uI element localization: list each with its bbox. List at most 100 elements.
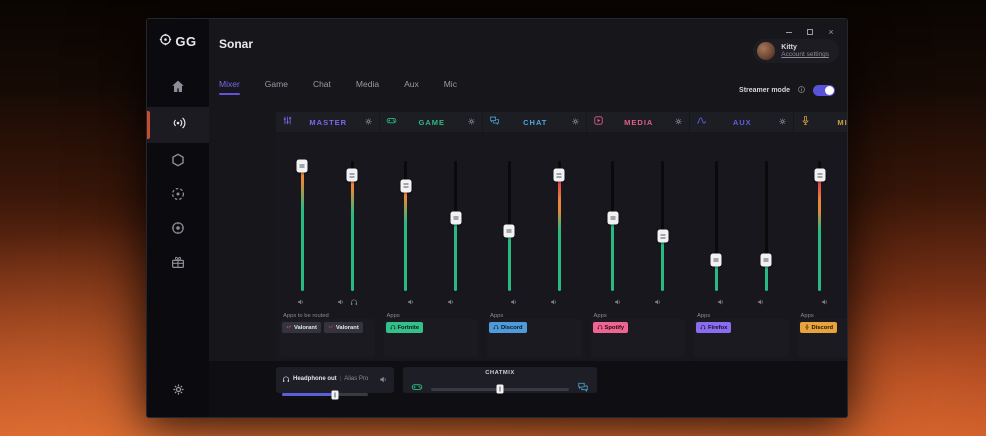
channel-settings-gear-icon[interactable] (571, 113, 580, 131)
app-chip-firefox[interactable]: Firefox (696, 322, 731, 333)
sidebar-item-sonar[interactable] (147, 107, 209, 143)
fader-handle[interactable] (814, 169, 825, 182)
gamepad-icon (386, 113, 397, 131)
fader-handle[interactable] (607, 212, 618, 225)
mute-speaker-icon[interactable] (821, 293, 829, 311)
tab-chat[interactable]: Chat (313, 79, 331, 95)
sidebar-item-engine[interactable] (147, 147, 209, 177)
channel-header-mic: MIC (794, 112, 849, 132)
footer-bar: Headphone out | Alias Pro CHATMIX (209, 361, 847, 417)
minimize-button[interactable] (783, 27, 795, 37)
fader-track[interactable] (508, 161, 511, 291)
tab-mic[interactable]: Mic (444, 79, 457, 95)
monitor-headphones-icon[interactable] (350, 293, 358, 311)
app-chip-discord[interactable]: Discord (489, 322, 527, 333)
mute-speaker-icon[interactable] (407, 293, 415, 311)
avatar[interactable] (757, 42, 775, 60)
fader-track[interactable] (818, 161, 821, 291)
channel-settings-gear-icon[interactable] (778, 113, 787, 131)
channel-column-chat: Apps Discord (483, 133, 586, 361)
chatmix-slider-handle[interactable] (497, 385, 504, 394)
mute-speaker-icon[interactable] (717, 293, 725, 311)
close-button[interactable]: × (825, 27, 837, 37)
tab-media[interactable]: Media (356, 79, 379, 95)
apps-label: Apps (490, 313, 503, 319)
tab-game[interactable]: Game (265, 79, 288, 95)
mute-speaker-icon[interactable] (757, 293, 765, 311)
sidebar-item-settings[interactable] (147, 379, 209, 405)
headphone-out-slider[interactable] (282, 393, 368, 396)
maximize-button[interactable] (804, 27, 816, 37)
fader-game-monitor (394, 139, 418, 291)
fader-track[interactable] (404, 161, 407, 291)
channel-column-media: Apps Spotify (587, 133, 690, 361)
fader-track[interactable] (454, 161, 457, 291)
streamer-mode-toggle[interactable] (813, 85, 835, 96)
mute-speaker-icon[interactable] (447, 293, 455, 311)
fader-handle[interactable] (711, 253, 722, 266)
tab-aux[interactable]: Aux (404, 79, 419, 95)
sidebar-item-giveaways[interactable] (147, 249, 209, 279)
fader-track[interactable] (351, 161, 354, 291)
speaker-icon[interactable] (379, 371, 388, 389)
valorant-icon (328, 324, 334, 332)
fader-track[interactable] (301, 161, 304, 291)
headphone-out-slider-handle[interactable] (332, 390, 339, 399)
fader-track[interactable] (611, 161, 614, 291)
mute-speaker-icon[interactable] (550, 293, 558, 311)
app-chip-valorant[interactable]: Valorant (324, 322, 363, 333)
fader-handle[interactable] (347, 169, 358, 182)
fader-handle[interactable] (450, 212, 461, 225)
fader-handle[interactable] (400, 179, 411, 192)
app-chip-valorant[interactable]: Valorant (282, 322, 321, 333)
giveaways-icon (170, 254, 186, 275)
fader-track[interactable] (558, 161, 561, 291)
sidebar-item-home[interactable] (147, 73, 209, 103)
fader-level-fill (558, 175, 561, 291)
fader-track[interactable] (715, 161, 718, 291)
channel-name: AUX (707, 118, 778, 127)
fader-handle[interactable] (657, 230, 668, 243)
fader-track[interactable] (765, 161, 768, 291)
channel-settings-gear-icon[interactable] (467, 113, 476, 131)
app-chip-fortnite[interactable]: Fortnite (386, 322, 424, 333)
fader-handle[interactable] (761, 253, 772, 266)
account-widget[interactable]: Kitty Account settings (753, 39, 839, 63)
sidebar-item-capture[interactable] (147, 215, 209, 245)
sidebar-item-moments[interactable] (147, 181, 209, 211)
mute-speaker-icon[interactable] (614, 293, 622, 311)
channel-settings-gear-icon[interactable] (364, 113, 373, 131)
fader-aux-stream (754, 139, 778, 291)
app-chip-label: Discord (812, 325, 834, 331)
tab-mixer[interactable]: Mixer (219, 79, 240, 95)
fader-handle[interactable] (297, 160, 308, 173)
sidebar-nav (147, 73, 209, 279)
headphones-icon (700, 324, 706, 332)
info-icon[interactable] (797, 81, 806, 99)
mute-speaker-icon[interactable] (510, 293, 518, 311)
headphone-out-divider: | (340, 376, 342, 382)
mute-speaker-icon[interactable] (337, 293, 345, 311)
chatmix-slider[interactable] (431, 388, 569, 391)
app-chip-spotify[interactable]: Spotify (593, 322, 629, 333)
apps-label: Apps to be routed (283, 313, 329, 319)
main-area: Sonar Kitty Account settings MixerGameCh… (209, 19, 847, 417)
app-chip-label: Fortnite (398, 325, 420, 331)
fader-level-fill (611, 218, 614, 291)
account-settings-link[interactable]: Account settings (781, 51, 829, 58)
channel-header-master: MASTER (276, 112, 379, 132)
fader-level-fill (818, 175, 821, 291)
channel-column-master: Apps to be routed Valorant Valorant (276, 133, 379, 361)
fader-track[interactable] (661, 161, 664, 291)
fader-handle[interactable] (554, 169, 565, 182)
mute-speaker-icon[interactable] (654, 293, 662, 311)
app-chip-discord[interactable]: Discord (800, 322, 838, 333)
channel-header-row: MASTER GAME CHAT MEDIA AUX MIC (276, 112, 848, 132)
fader-level-fill (351, 175, 354, 291)
apps-label: Apps (697, 313, 710, 319)
channel-settings-gear-icon[interactable] (674, 113, 683, 131)
media-icon (593, 113, 604, 131)
mute-speaker-icon[interactable] (297, 293, 305, 311)
chatmix-row (411, 380, 589, 398)
fader-handle[interactable] (504, 225, 515, 238)
